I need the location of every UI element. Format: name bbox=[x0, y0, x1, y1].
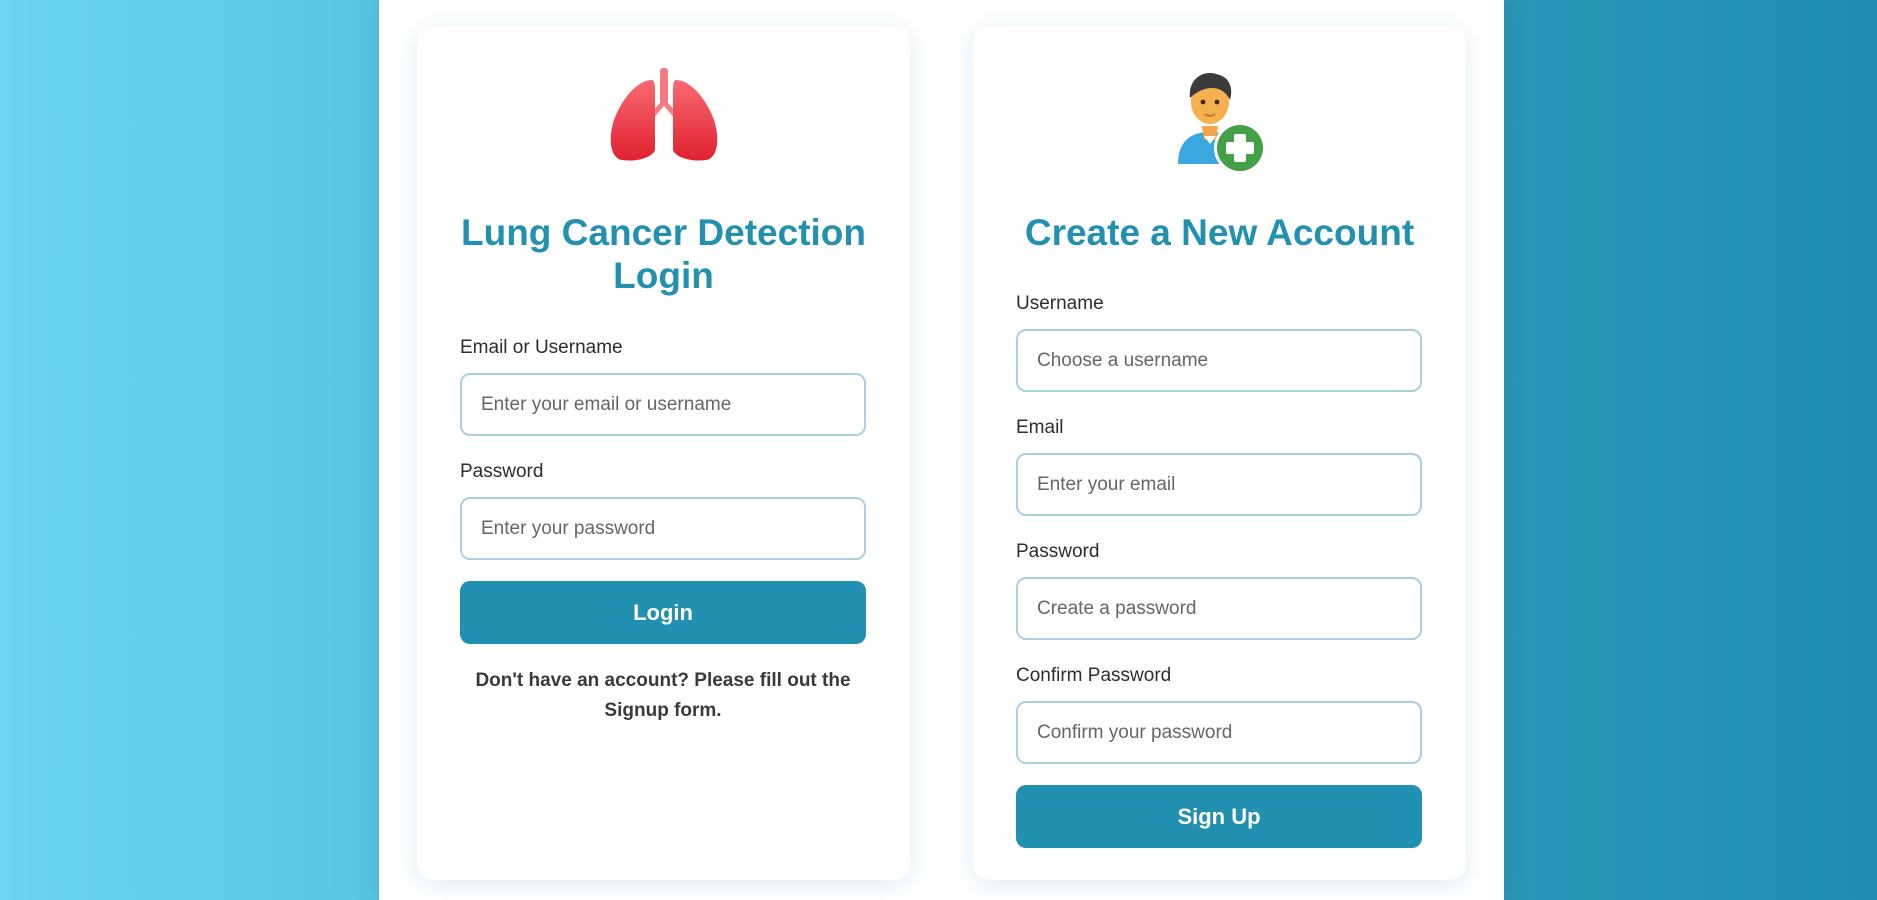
signup-password-input[interactable] bbox=[1016, 577, 1422, 640]
signup-title: Create a New Account bbox=[1024, 212, 1415, 253]
main-panel: Lung Cancer Detection Login Email or Use… bbox=[379, 0, 1504, 900]
password-input[interactable] bbox=[460, 497, 866, 560]
email-username-label: Email or Username bbox=[460, 337, 623, 358]
signup-button[interactable]: Sign Up bbox=[1016, 785, 1422, 848]
signup-card: Create a New Account Username Email Pass… bbox=[973, 26, 1466, 880]
username-label: Username bbox=[1016, 293, 1104, 314]
signup-hint-text: Don't have an account? Please fill out t… bbox=[475, 670, 851, 721]
email-username-input[interactable] bbox=[460, 373, 866, 436]
confirm-password-label: Confirm Password bbox=[1016, 665, 1172, 686]
login-card: Lung Cancer Detection Login Email or Use… bbox=[417, 26, 910, 880]
email-input[interactable] bbox=[1016, 453, 1422, 516]
password-label: Password bbox=[460, 461, 544, 482]
username-input[interactable] bbox=[1016, 329, 1422, 392]
confirm-password-input[interactable] bbox=[1016, 701, 1422, 764]
login-button[interactable]: Login bbox=[460, 581, 866, 644]
signup-password-label: Password bbox=[1016, 541, 1100, 562]
email-label: Email bbox=[1016, 417, 1064, 438]
login-title: Lung Cancer Detection Login bbox=[461, 212, 866, 296]
add-user-icon bbox=[1168, 64, 1272, 181]
lungs-icon bbox=[608, 68, 720, 169]
